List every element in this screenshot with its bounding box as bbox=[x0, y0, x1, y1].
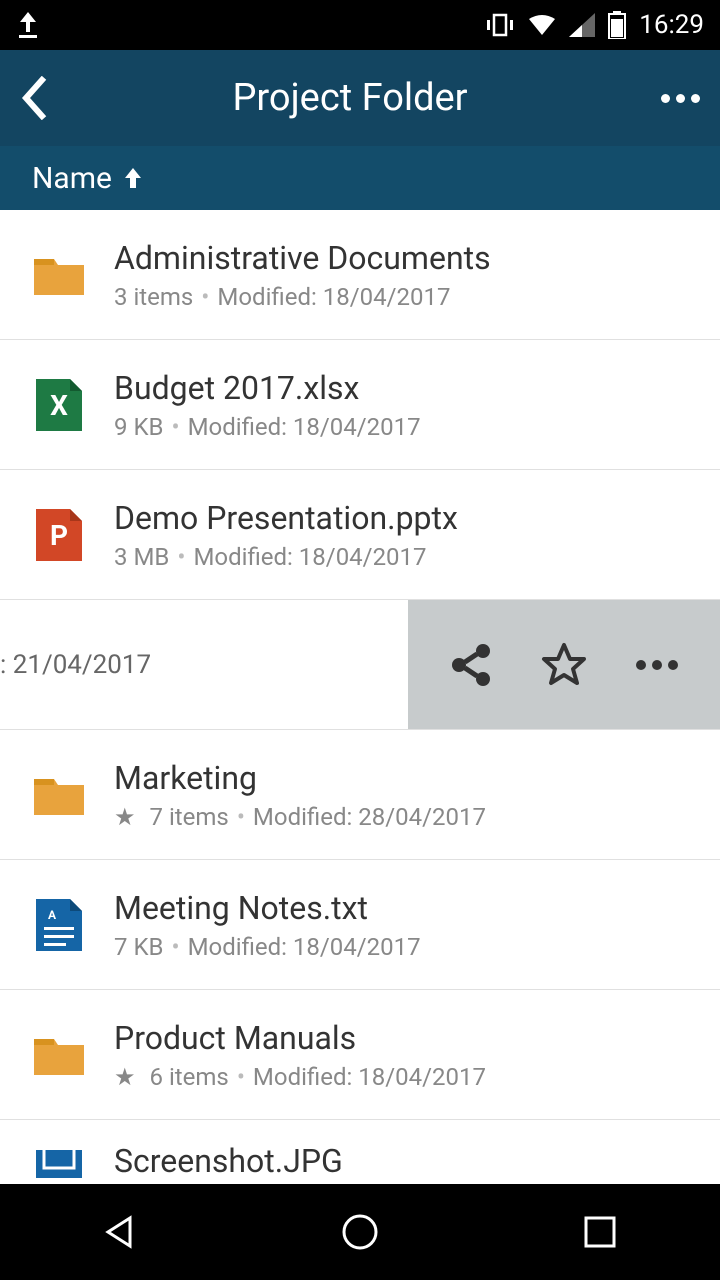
share-button[interactable] bbox=[443, 637, 499, 693]
list-item-title: Demo Presentation.pptx bbox=[114, 499, 688, 537]
list-item-title: Budget 2017.xlsx bbox=[114, 369, 688, 407]
svg-text:A: A bbox=[48, 908, 57, 922]
list-item-meta: 3 MB•Modified: 18/04/2017 bbox=[114, 543, 688, 571]
list-item-title: Administrative Documents bbox=[114, 239, 688, 277]
list-item[interactable]: Marketing ★ 7 items•Modified: 28/04/2017 bbox=[0, 730, 720, 860]
list-item-text: Meeting Notes.txt 7 KB•Modified: 18/04/2… bbox=[114, 889, 688, 961]
list-item-text: Marketing ★ 7 items•Modified: 28/04/2017 bbox=[114, 759, 688, 831]
list-item-title: Screenshot.JPG bbox=[114, 1142, 688, 1180]
status-left bbox=[16, 12, 40, 38]
list-item-text: Product Manuals ★ 6 items•Modified: 18/0… bbox=[114, 1019, 688, 1091]
list-item[interactable]: A Meeting Notes.txt 7 KB•Modified: 18/04… bbox=[0, 860, 720, 990]
favorite-icon: ★ bbox=[114, 803, 136, 831]
xlsx-icon: X bbox=[32, 378, 86, 432]
circle-home-icon bbox=[340, 1212, 380, 1252]
star-icon bbox=[540, 641, 588, 689]
favorite-button[interactable] bbox=[536, 637, 592, 693]
triangle-back-icon bbox=[102, 1214, 138, 1250]
folder-icon bbox=[32, 1028, 86, 1082]
list-item-title: Meeting Notes.txt bbox=[114, 889, 688, 927]
svg-text:P: P bbox=[50, 519, 68, 552]
back-icon bbox=[20, 76, 48, 120]
page-title: Project Folder bbox=[60, 76, 640, 120]
more-icon bbox=[661, 94, 670, 103]
list-item-meta: ★ 6 items•Modified: 18/04/2017 bbox=[114, 1063, 688, 1091]
list-item[interactable]: Screenshot.JPG bbox=[0, 1120, 720, 1180]
upload-icon bbox=[16, 12, 40, 38]
list-item-meta-fragment: : 21/04/2017 bbox=[0, 650, 151, 680]
status-time: 16:29 bbox=[639, 10, 704, 40]
image-icon bbox=[32, 1150, 86, 1180]
list-item[interactable]: Product Manuals ★ 6 items•Modified: 18/0… bbox=[0, 990, 720, 1120]
back-button[interactable] bbox=[20, 76, 60, 120]
nav-back-button[interactable] bbox=[92, 1204, 148, 1260]
signal-icon bbox=[569, 13, 595, 37]
more-button[interactable] bbox=[640, 94, 700, 103]
battery-icon bbox=[607, 11, 627, 39]
nav-recent-button[interactable] bbox=[572, 1204, 628, 1260]
status-bar: 16:29 bbox=[0, 0, 720, 50]
favorite-icon: ★ bbox=[114, 1063, 136, 1091]
status-right: 16:29 bbox=[485, 10, 704, 40]
sort-label: Name bbox=[32, 161, 112, 196]
nav-home-button[interactable] bbox=[332, 1204, 388, 1260]
wifi-icon bbox=[527, 13, 557, 37]
list-item-selected[interactable]: : 21/04/2017 bbox=[0, 600, 720, 730]
svg-text:X: X bbox=[50, 389, 68, 422]
square-recent-icon bbox=[583, 1215, 617, 1249]
list-item-text: Screenshot.JPG bbox=[114, 1142, 688, 1180]
app-bar: Project Folder bbox=[0, 50, 720, 146]
list-item-title: Product Manuals bbox=[114, 1019, 688, 1057]
list-item-text: Budget 2017.xlsx 9 KB•Modified: 18/04/20… bbox=[114, 369, 688, 441]
sort-asc-icon bbox=[122, 166, 144, 190]
list-item-meta: 3 items•Modified: 18/04/2017 bbox=[114, 283, 688, 311]
sort-bar[interactable]: Name bbox=[0, 146, 720, 210]
vibrate-icon bbox=[485, 13, 515, 37]
folder-icon bbox=[32, 768, 86, 822]
file-list: Administrative Documents 3 items•Modifie… bbox=[0, 210, 720, 1180]
list-item-meta: 7 KB•Modified: 18/04/2017 bbox=[114, 933, 688, 961]
list-item[interactable]: Administrative Documents 3 items•Modifie… bbox=[0, 210, 720, 340]
more-icon bbox=[636, 660, 646, 670]
txt-icon: A bbox=[32, 898, 86, 952]
list-item-text: Administrative Documents 3 items•Modifie… bbox=[114, 239, 688, 311]
row-more-button[interactable] bbox=[629, 637, 685, 693]
pptx-icon: P bbox=[32, 508, 86, 562]
list-item[interactable]: X Budget 2017.xlsx 9 KB•Modified: 18/04/… bbox=[0, 340, 720, 470]
list-item-meta: 9 KB•Modified: 18/04/2017 bbox=[114, 413, 688, 441]
list-item-meta: ★ 7 items•Modified: 28/04/2017 bbox=[114, 803, 688, 831]
list-item-text: Demo Presentation.pptx 3 MB•Modified: 18… bbox=[114, 499, 688, 571]
folder-icon bbox=[32, 248, 86, 302]
action-bar bbox=[408, 600, 720, 729]
android-nav-bar bbox=[0, 1184, 720, 1280]
list-item[interactable]: P Demo Presentation.pptx 3 MB•Modified: … bbox=[0, 470, 720, 600]
list-item-title: Marketing bbox=[114, 759, 688, 797]
share-icon bbox=[449, 641, 493, 689]
